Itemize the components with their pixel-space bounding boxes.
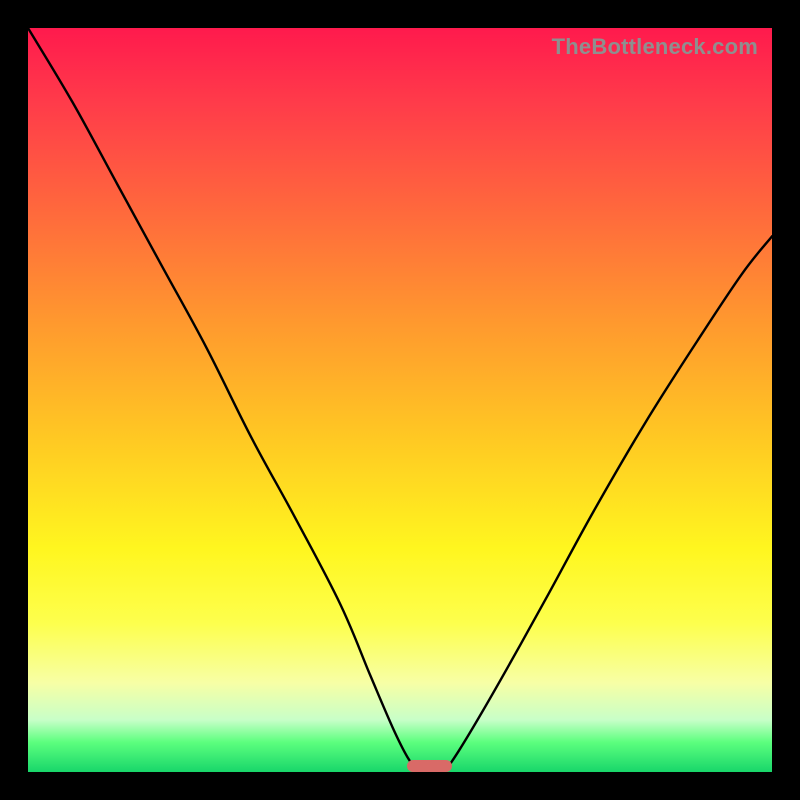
plot-area: TheBottleneck.com xyxy=(28,28,772,772)
optimal-marker xyxy=(407,760,452,772)
bottleneck-curve xyxy=(28,28,772,772)
chart-frame: TheBottleneck.com xyxy=(0,0,800,800)
curve-right-branch xyxy=(445,236,772,772)
curve-left-branch xyxy=(28,28,419,772)
